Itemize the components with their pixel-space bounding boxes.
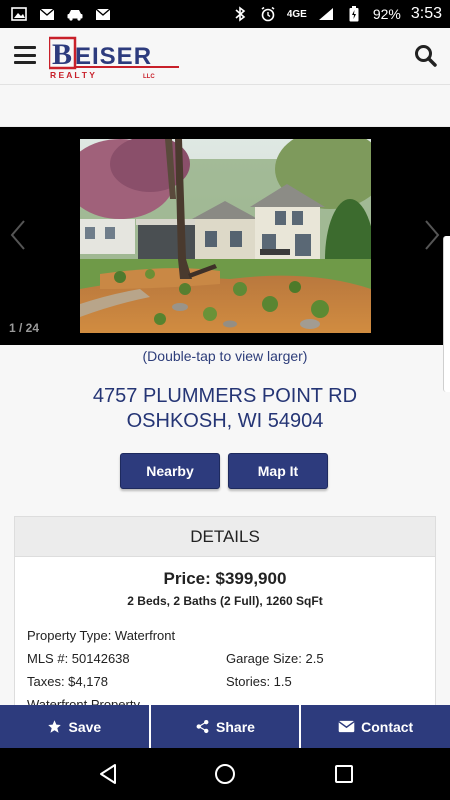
price: Price: $399,900 bbox=[163, 569, 287, 588]
envelope-icon bbox=[338, 720, 355, 733]
alarm-icon bbox=[259, 6, 277, 22]
mls-number: MLS #: 50142638 bbox=[27, 651, 130, 666]
next-photo-icon[interactable] bbox=[420, 217, 444, 253]
photo-gallery[interactable]: 1 / 24 bbox=[0, 127, 450, 345]
network-label: 4GE bbox=[286, 8, 307, 20]
header-spacer bbox=[0, 85, 450, 127]
signal-icon bbox=[317, 7, 335, 21]
hamburger-menu-icon[interactable] bbox=[14, 46, 36, 64]
share-icon bbox=[196, 719, 209, 734]
nearby-button[interactable]: Nearby bbox=[120, 453, 220, 489]
details-card: DETAILS Price: $399,900 2 Beds, 2 Baths … bbox=[14, 516, 436, 716]
double-tap-hint: (Double-tap to view larger) bbox=[142, 348, 308, 364]
stories: Stories: 1.5 bbox=[226, 674, 292, 689]
share-button[interactable]: Share bbox=[151, 705, 302, 748]
address-line-1: 4757 PLUMMERS POINT RD bbox=[92, 385, 358, 407]
beiser-realty-logo[interactable]: B EISER R E A L T Y LLC bbox=[47, 36, 179, 80]
share-label: Share bbox=[216, 718, 255, 735]
status-bar: 4GE 92% 3:53 bbox=[0, 0, 450, 28]
property-type: Property Type: Waterfront bbox=[27, 628, 176, 643]
listing-page: 4GE 92% 3:53 B EISER R E A L T Y LLC 1 /… bbox=[0, 0, 450, 800]
garage-size: Garage Size: 2.5 bbox=[226, 651, 324, 666]
logo-llc: LLC bbox=[143, 74, 155, 80]
search-icon[interactable] bbox=[412, 42, 440, 70]
mail-notification-icon-2 bbox=[94, 7, 112, 21]
star-icon bbox=[48, 720, 62, 733]
recents-icon[interactable] bbox=[332, 762, 356, 786]
property-address: 4757 PLUMMERS POINT RD OSHKOSH, WI 54904 bbox=[0, 384, 450, 434]
car-notification-icon bbox=[66, 7, 84, 21]
logo-initial: B bbox=[52, 38, 72, 71]
save-label: Save bbox=[68, 718, 102, 735]
logo-sub: R E A L T Y bbox=[50, 70, 95, 80]
gallery-notification-icon bbox=[10, 7, 28, 21]
map-it-button[interactable]: Map It bbox=[228, 453, 328, 489]
details-title: DETAILS bbox=[15, 517, 435, 557]
action-bar: Save Share Contact bbox=[0, 705, 450, 748]
contact-button[interactable]: Contact bbox=[301, 705, 450, 748]
contact-label: Contact bbox=[361, 718, 414, 735]
mail-notification-icon bbox=[38, 7, 56, 21]
battery-percent: 92% bbox=[372, 6, 401, 22]
address-line-2: OSHKOSH, WI 54904 bbox=[126, 410, 324, 432]
bluetooth-icon bbox=[231, 6, 249, 22]
previous-photo-icon[interactable] bbox=[6, 217, 30, 253]
save-button[interactable]: Save bbox=[0, 705, 151, 748]
clock: 3:53 bbox=[410, 5, 442, 22]
scroll-handle[interactable] bbox=[443, 236, 450, 392]
android-nav-bar bbox=[0, 748, 450, 800]
logo-main: EISER bbox=[75, 43, 152, 70]
beds-baths-sqft: 2 Beds, 2 Baths (2 Full), 1260 SqFt bbox=[127, 594, 323, 608]
app-header: B EISER R E A L T Y LLC bbox=[0, 28, 450, 85]
back-icon[interactable] bbox=[96, 762, 120, 786]
listing-photo[interactable] bbox=[80, 139, 371, 333]
battery-icon bbox=[345, 6, 363, 22]
photo-counter: 1 / 24 bbox=[9, 321, 40, 335]
taxes: Taxes: $4,178 bbox=[27, 674, 108, 689]
home-icon[interactable] bbox=[213, 762, 237, 786]
